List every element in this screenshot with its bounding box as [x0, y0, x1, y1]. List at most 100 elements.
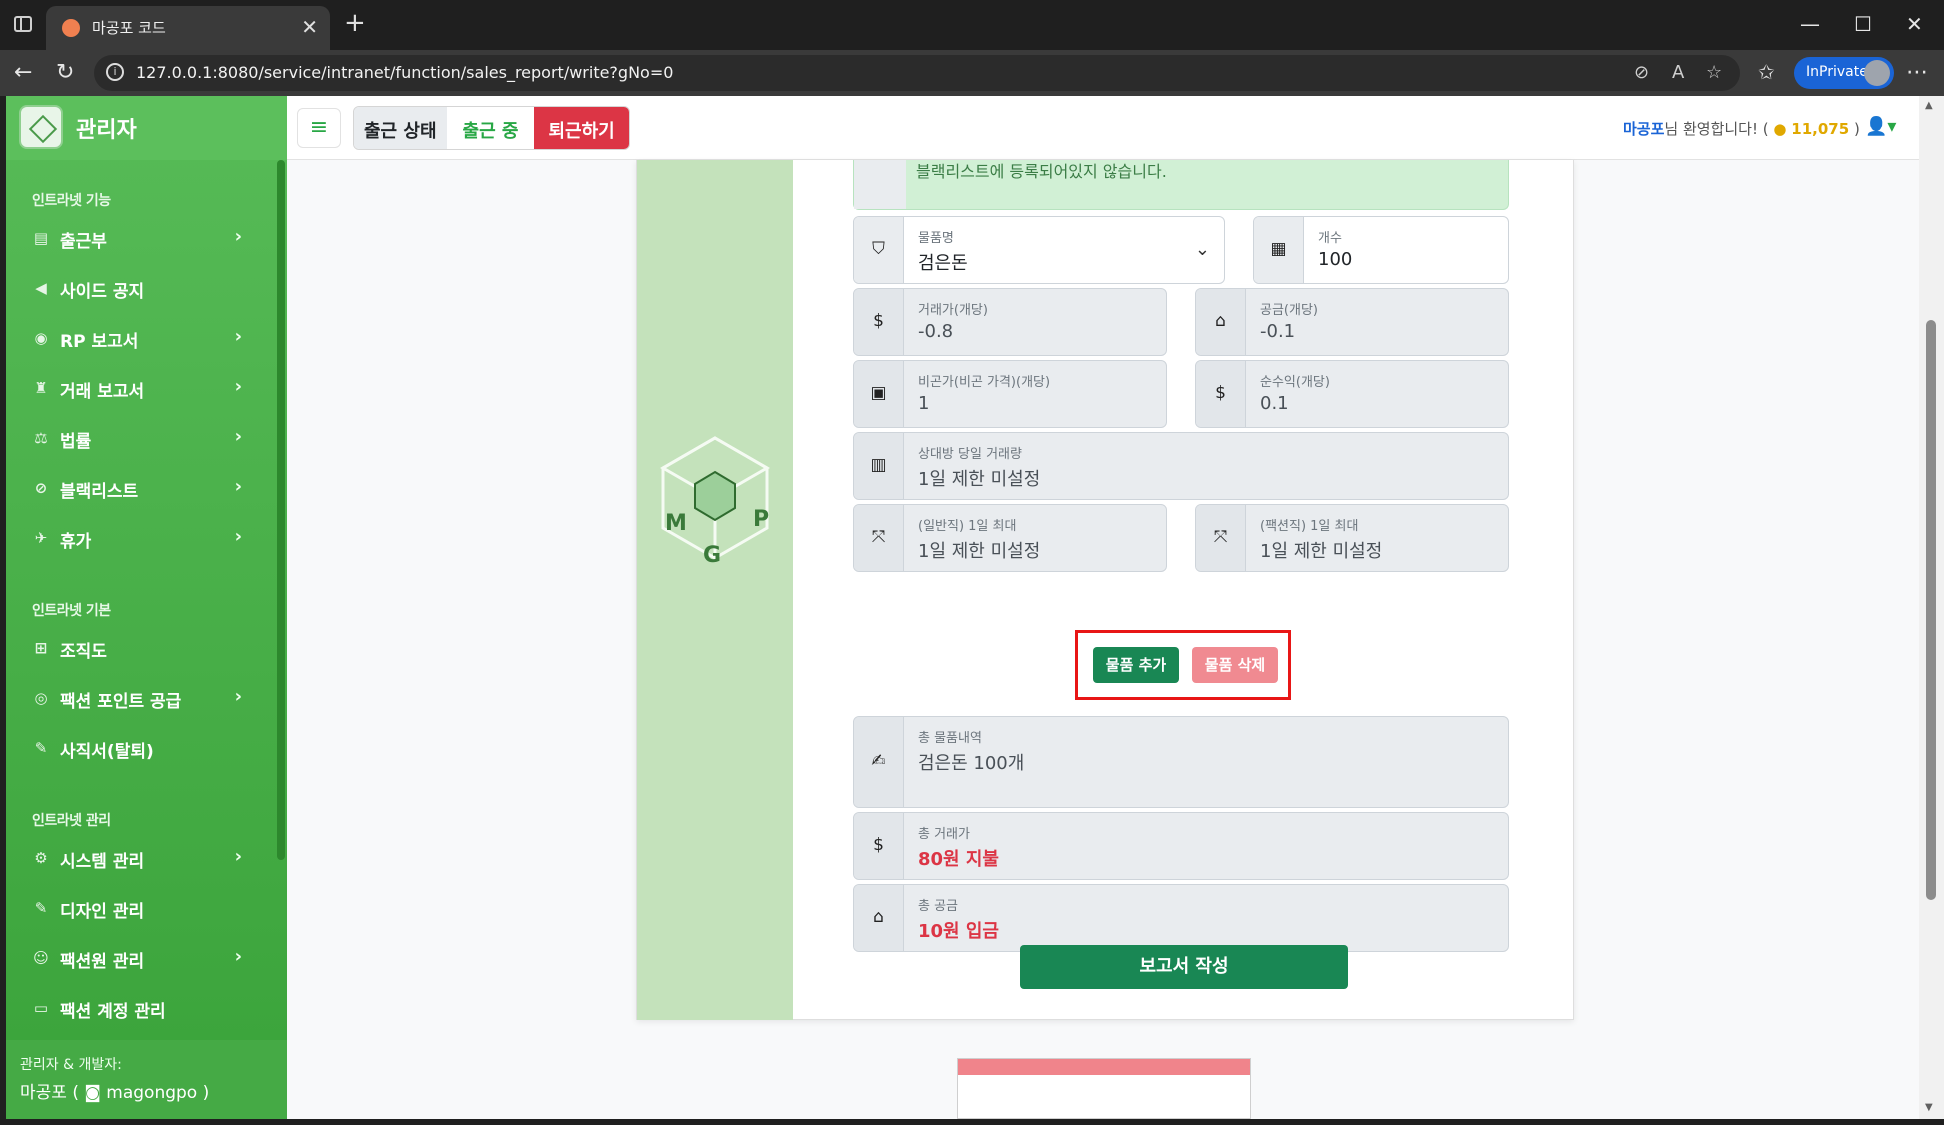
- users-gear-icon: ☺: [33, 949, 49, 967]
- chevron-right-icon: ›: [234, 686, 242, 707]
- sidebar-item-resignation[interactable]: ✎ 사직서(탈퇴): [32, 734, 258, 764]
- blacklist-alert: 블랙리스트에 등록되어있지 않습니다.: [853, 160, 1509, 210]
- sidebar-item-system[interactable]: ⚙ 시스템 관리 ›: [32, 844, 258, 874]
- delete-item-button[interactable]: 물품 삭제: [1192, 647, 1278, 683]
- section-heading-basic: 인트라넷 기본: [32, 603, 111, 619]
- bag-icon: ♜: [34, 379, 48, 397]
- count-field[interactable]: ▦ 개수 100: [1253, 216, 1509, 284]
- sidebar-item-attendance[interactable]: ▤ 출근부 ›: [32, 224, 258, 254]
- attendance-status-label: 출근 상태: [354, 107, 447, 149]
- attendance-on-badge: 출근 중: [446, 107, 535, 149]
- new-tab-icon[interactable]: +: [344, 10, 366, 36]
- total-items-value: 검은돈 100개: [918, 753, 1025, 774]
- item-name-value[interactable]: 검은돈: [918, 249, 968, 275]
- add-item-button[interactable]: 물품 추가: [1093, 647, 1179, 683]
- tab-title: 마공포 코드: [92, 19, 166, 37]
- sidebar-item-rp-report[interactable]: ◉ RP 보고서 ›: [32, 324, 258, 354]
- sidebar-item-label: 팩션 계정 관리: [60, 1002, 166, 1022]
- sidebar-item-org-chart[interactable]: ⊞ 조직도: [32, 634, 258, 664]
- sitemap-icon: ⊞: [34, 639, 48, 657]
- total-items-field: ✍ 총 물품내역 검은돈 100개: [853, 716, 1509, 808]
- back-icon[interactable]: ←: [14, 60, 32, 85]
- sidebar-item-label: 디자인 관리: [60, 902, 145, 922]
- favicon-icon: [62, 19, 80, 37]
- footer-discord[interactable]: magongpo ): [106, 1083, 209, 1103]
- expand-icon: ⤧: [1196, 505, 1246, 571]
- sidebar-item-blacklist[interactable]: ⊘ 블랙리스트 ›: [32, 474, 258, 504]
- net-profit-value: 0.1: [1260, 393, 1289, 414]
- chevron-right-icon: ›: [234, 426, 242, 447]
- menu-toggle-icon[interactable]: ≡: [297, 108, 341, 148]
- profile-avatar: [1864, 60, 1890, 86]
- total-trade-value: 80원 지불: [918, 849, 999, 870]
- file-signature-icon: ✍: [854, 717, 904, 807]
- url-field[interactable]: i 127.0.0.1:8080/service/intranet/functi…: [94, 55, 1740, 91]
- favorites-icon[interactable]: ✩: [1758, 60, 1775, 84]
- minimize-icon[interactable]: —: [1800, 12, 1820, 36]
- faction-daily-max-value: 1일 제한 미설정: [1260, 541, 1383, 562]
- coin-icon: ●: [1773, 120, 1787, 138]
- sidebar-item-label: 휴가: [60, 532, 92, 552]
- sidebar-toggle-icon[interactable]: [14, 16, 32, 32]
- sidebar-scrollbar[interactable]: [277, 160, 285, 860]
- svg-text:G: G: [703, 543, 721, 568]
- sidebar-item-faction-points[interactable]: ◎ 팩션 포인트 공급 ›: [32, 684, 258, 714]
- sidebar-item-design[interactable]: ✎ 디자인 관리: [32, 894, 258, 924]
- page-scrollbar[interactable]: ▲ ▼: [1919, 96, 1944, 1119]
- sidebar-item-side-notice[interactable]: ◀ 사이드 공지: [32, 274, 258, 304]
- hand-dollar-icon: $: [854, 289, 904, 355]
- sidebar-item-label: 시스템 관리: [60, 852, 145, 872]
- points-close: ): [1853, 120, 1860, 138]
- user-menu-icon[interactable]: 👤▾: [1865, 116, 1896, 137]
- mgp-logo: M G P: [659, 436, 771, 568]
- chevron-right-icon: ›: [234, 376, 242, 397]
- sidebar-item-law[interactable]: ⚖ 법률 ›: [32, 424, 258, 454]
- chevron-right-icon: ›: [234, 526, 242, 547]
- sidebar-item-members[interactable]: ☺ 팩션원 관리 ›: [32, 944, 258, 974]
- sidebar-footer: 관리자 & 개발자: 마공포 ( ◙ magongpo ): [6, 1040, 287, 1119]
- sidebar-item-accounts[interactable]: ▭ 팩션 계정 관리: [32, 994, 258, 1024]
- invoice-dollar-icon: $: [1196, 361, 1246, 427]
- count-value[interactable]: 100: [1318, 249, 1352, 270]
- tag-icon: ⛉: [854, 217, 904, 283]
- welcome-message: 마공포님 환영합니다! ( ● 11,075 ): [1623, 118, 1860, 139]
- footer-credit: 마공포 ( ◙ magongpo ): [20, 1078, 209, 1103]
- chevron-right-icon: ›: [234, 476, 242, 497]
- inprivate-badge[interactable]: InPrivate: [1794, 57, 1894, 89]
- points-value: 11,075: [1791, 120, 1850, 138]
- chevron-down-icon: ⌄: [1194, 239, 1210, 260]
- browser-tab[interactable]: 마공포 코드 ✕: [46, 6, 330, 50]
- count-label: 개수: [1318, 231, 1342, 246]
- sidebar-item-vacation[interactable]: ✈ 휴가 ›: [32, 524, 258, 554]
- section-heading-admin: 인트라넷 관리: [32, 813, 111, 829]
- sidebar-item-label: 블랙리스트: [60, 482, 139, 502]
- secret-price-value: 1: [918, 393, 930, 414]
- read-aloud-icon[interactable]: A: [1672, 62, 1684, 83]
- item-name-select[interactable]: ⛉ 물품명 검은돈 ⌄: [853, 216, 1225, 284]
- tracking-icon[interactable]: ⊘: [1634, 62, 1649, 83]
- site-info-icon[interactable]: i: [106, 63, 124, 81]
- inprivate-label: InPrivate: [1806, 64, 1868, 80]
- sidebar-item-trade-report[interactable]: ♜ 거래 보고서 ›: [32, 374, 258, 404]
- total-items-label: 총 물품내역: [918, 731, 982, 746]
- maximize-icon[interactable]: ☐: [1854, 12, 1872, 36]
- main-content: ≡ 출근 상태 출근 중 퇴근하기 마공포님 환영합니다! ( ● 11,075…: [287, 96, 1919, 1119]
- scroll-up-icon[interactable]: ▲: [1925, 100, 1933, 111]
- more-menu-icon[interactable]: ⋯: [1906, 60, 1928, 85]
- brush-icon: ✎: [34, 899, 48, 917]
- window-close-icon[interactable]: ✕: [1906, 12, 1923, 36]
- welcome-text: 님 환영합니다! (: [1664, 120, 1769, 138]
- reload-icon[interactable]: ↻: [56, 60, 74, 85]
- tab-close-icon[interactable]: ✕: [301, 15, 318, 39]
- sidebar-item-label: 조직도: [60, 642, 107, 662]
- scroll-down-icon[interactable]: ▼: [1925, 1102, 1933, 1113]
- submit-report-button[interactable]: 보고서 작성: [1020, 945, 1348, 989]
- scrollbar-thumb[interactable]: [1926, 320, 1936, 900]
- sidebar-brand[interactable]: 관리자: [6, 96, 287, 160]
- brand-logo: [19, 105, 63, 149]
- sidebar-item-label: 거래 보고서: [60, 382, 145, 402]
- leave-work-button[interactable]: 퇴근하기: [534, 107, 629, 149]
- gear-icon: ⚙: [34, 849, 48, 867]
- favorite-star-icon[interactable]: ☆: [1706, 62, 1722, 83]
- url-text[interactable]: 127.0.0.1:8080/service/intranet/function…: [136, 63, 673, 82]
